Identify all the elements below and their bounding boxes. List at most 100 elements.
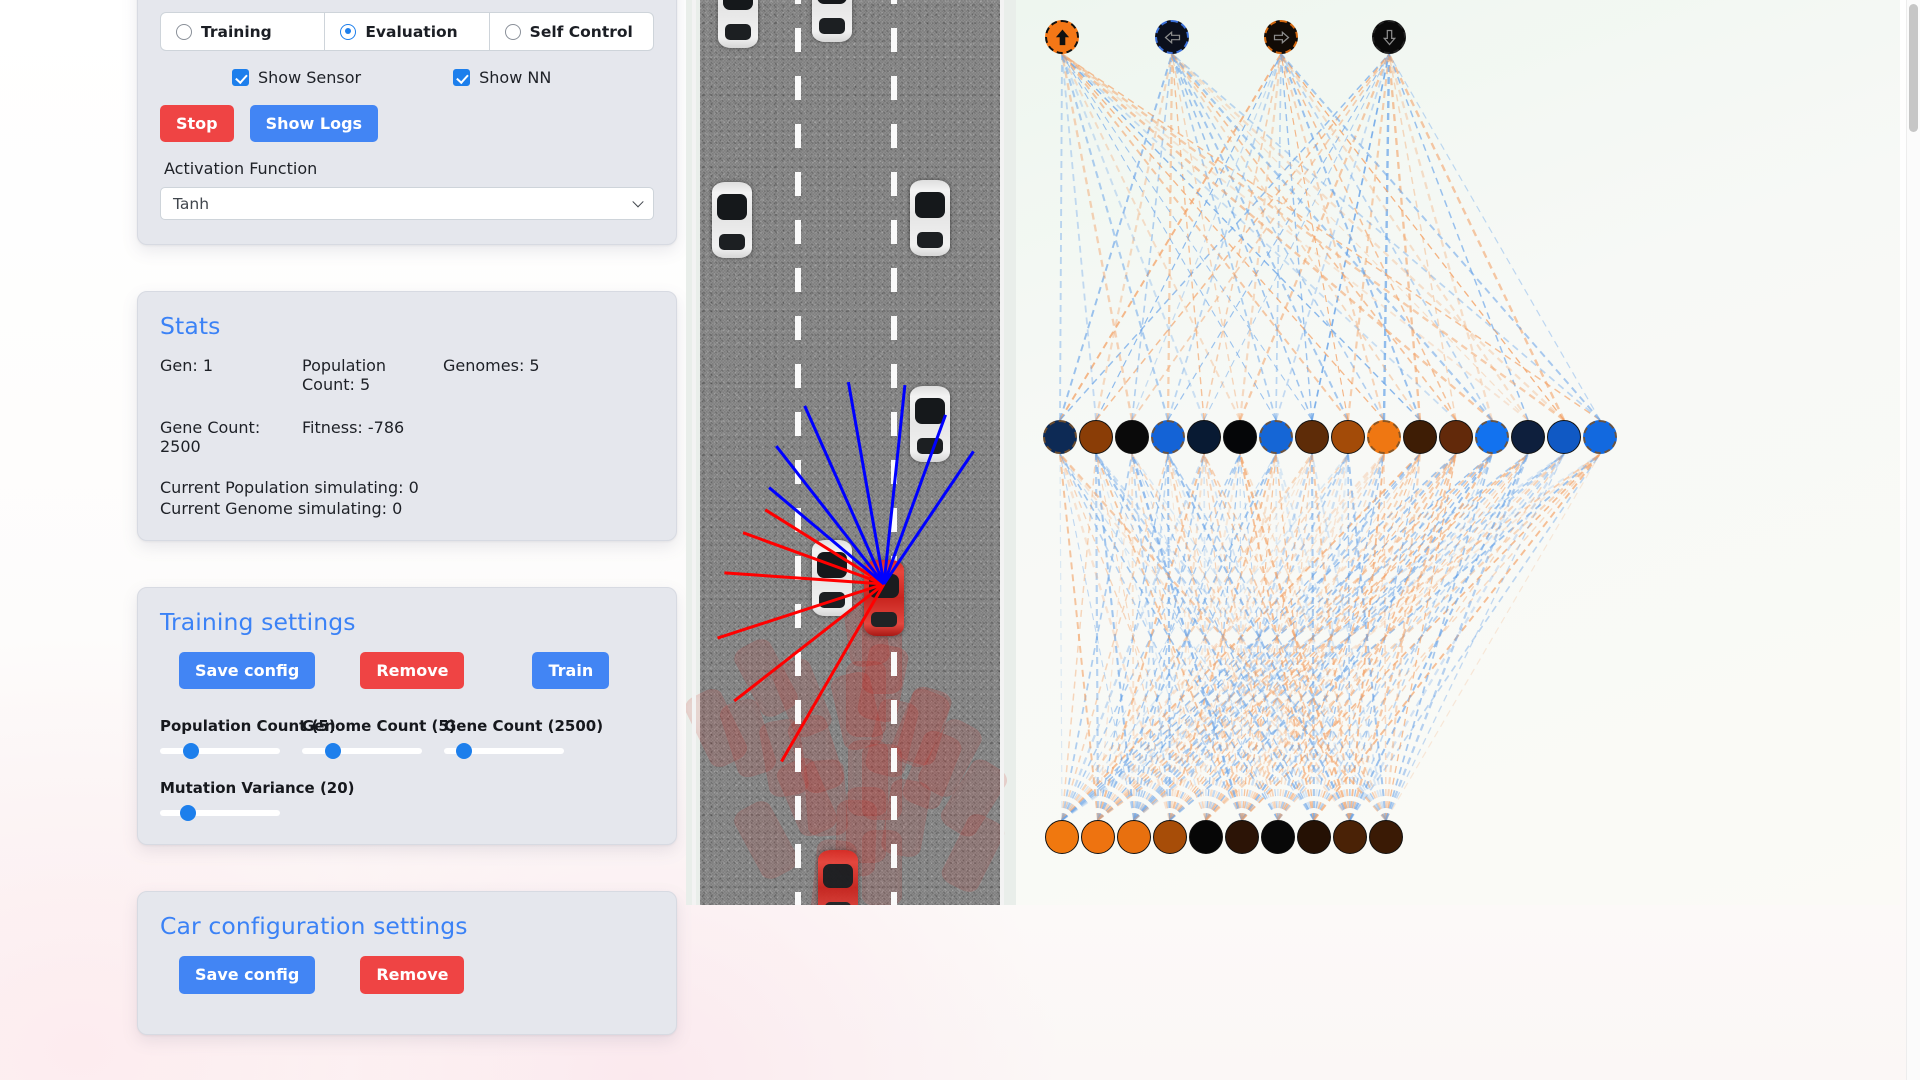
- mode-option-self-control[interactable]: Self Control: [490, 13, 653, 50]
- lane-dash: [891, 412, 897, 436]
- input-node: [1117, 820, 1151, 854]
- lane-dash: [795, 76, 801, 100]
- lane-dash: [891, 700, 897, 724]
- checkbox-icon-show-nn[interactable]: [453, 69, 471, 86]
- chevron-down-icon: [632, 196, 644, 208]
- lane-dash: [795, 268, 801, 292]
- genome-count-slider[interactable]: [302, 743, 422, 760]
- show-nn-toggle[interactable]: Show NN: [453, 68, 551, 87]
- hidden-node: [1511, 420, 1545, 454]
- hidden-node: [1115, 420, 1149, 454]
- train-button[interactable]: Train: [532, 652, 610, 690]
- car-configuration-panel: Car configuration settings Save config R…: [137, 891, 677, 1035]
- mode-option-training[interactable]: Training: [161, 13, 326, 50]
- input-node: [1333, 820, 1367, 854]
- network-edge: [1131, 53, 1173, 421]
- stats-row-primary: Gen: 1 Population Count: 5 Genomes: 5: [160, 356, 654, 394]
- arrow-up-icon: [1055, 29, 1069, 45]
- network-edge: [1061, 53, 1097, 421]
- car-save-config-button[interactable]: Save config: [179, 956, 316, 994]
- lane-dash: [795, 700, 801, 724]
- mode-option-evaluation[interactable]: Evaluation: [325, 13, 490, 50]
- lane-dash: [795, 220, 801, 244]
- lane-dash: [795, 796, 801, 820]
- lane-dash: [795, 316, 801, 340]
- input-node: [1369, 820, 1403, 854]
- show-logs-button[interactable]: Show Logs: [249, 105, 379, 143]
- network-edge: [1171, 53, 1457, 421]
- hidden-node: [1295, 420, 1329, 454]
- arrow-left-icon: [1164, 30, 1180, 44]
- population-count-slider[interactable]: [160, 743, 280, 760]
- car-remove-button[interactable]: Remove: [360, 956, 465, 994]
- lane-dash: [891, 124, 897, 148]
- gene-count-slider-thumb[interactable]: [456, 743, 472, 760]
- traffic-car: [718, 0, 758, 48]
- training-panel-title: Training settings: [160, 608, 356, 637]
- hidden-node: [1043, 420, 1077, 454]
- training-action-buttons: Save config Remove Train: [160, 652, 654, 690]
- input-node: [1045, 820, 1079, 854]
- stats-panel: Stats Gen: 1 Population Count: 5 Genomes…: [137, 291, 677, 542]
- input-node: [1153, 820, 1187, 854]
- hidden-node: [1367, 420, 1401, 454]
- network-edge: [1280, 53, 1601, 421]
- mode-option-training-label: Training: [201, 22, 272, 41]
- arrow-down-icon: [1382, 29, 1396, 45]
- stop-button[interactable]: Stop: [160, 105, 234, 143]
- activation-function-select[interactable]: Tanh: [160, 187, 654, 221]
- radio-icon-training[interactable]: [176, 23, 192, 40]
- control-column: Mode: Evaluation Training Evaluation Sel…: [137, 0, 677, 1080]
- hidden-node: [1583, 420, 1617, 454]
- lane-dash: [891, 28, 897, 52]
- genome-count-slider-label: Genome Count (5): [302, 717, 456, 736]
- mode-action-buttons: Stop Show Logs: [160, 105, 654, 143]
- population-count-slider-thumb[interactable]: [183, 743, 199, 760]
- lane-dash: [795, 892, 801, 905]
- lane-dash: [795, 844, 801, 868]
- network-edge: [1061, 53, 1349, 421]
- population-count-slider-cell: Population Count (5): [160, 717, 336, 760]
- scrollbar-thumb[interactable]: [1909, 4, 1918, 132]
- neural-network-visualization: [1016, 0, 1900, 905]
- mode-option-self-control-label: Self Control: [529, 22, 633, 41]
- hidden-node: [1079, 420, 1113, 454]
- input-node: [1225, 820, 1259, 854]
- lane-dash: [891, 268, 897, 292]
- checkbox-icon-show-sensor[interactable]: [232, 69, 249, 86]
- gene-count-slider[interactable]: [444, 743, 564, 760]
- mode-radio-group[interactable]: Training Evaluation Self Control: [160, 12, 654, 51]
- show-sensor-toggle[interactable]: Show Sensor: [232, 68, 361, 87]
- lane-dash: [891, 460, 897, 484]
- network-edge: [1061, 53, 1421, 421]
- page-scrollbar[interactable]: [1906, 0, 1920, 1080]
- lane-dash: [795, 652, 801, 676]
- radio-icon-self-control[interactable]: [504, 23, 521, 40]
- network-edge: [1171, 53, 1565, 421]
- lane-dash: [795, 124, 801, 148]
- stats-row-secondary: Gene Count: 2500 Fitness: -786: [160, 418, 654, 456]
- mutation-variance-slider[interactable]: [160, 805, 280, 822]
- input-node: [1189, 820, 1223, 854]
- stat-current-genome: Current Genome simulating: 0: [160, 499, 403, 519]
- stats-panel-title: Stats: [160, 312, 221, 341]
- traffic-car: [910, 386, 950, 462]
- network-edge: [1059, 53, 1390, 421]
- simulation-canvas[interactable]: [686, 0, 1016, 905]
- training-save-config-button[interactable]: Save config: [179, 652, 316, 690]
- lane-dash: [795, 604, 801, 628]
- hidden-node: [1151, 420, 1185, 454]
- stat-genomes: Genomes: 5: [443, 356, 540, 376]
- gene-count-slider-label: Gene Count (2500): [444, 717, 604, 736]
- genome-count-slider-thumb[interactable]: [325, 743, 341, 760]
- population-count-slider-label: Population Count (5): [160, 717, 336, 736]
- lane-dash: [891, 508, 897, 532]
- stat-current-population: Current Population simulating: 0: [160, 478, 419, 498]
- lane-dash: [795, 556, 801, 580]
- training-remove-button[interactable]: Remove: [360, 652, 465, 690]
- mutation-variance-slider-thumb[interactable]: [180, 805, 196, 822]
- mode-option-evaluation-label: Evaluation: [365, 22, 458, 41]
- arrow-left-output-node: [1155, 20, 1189, 54]
- radio-icon-evaluation[interactable]: [340, 23, 357, 40]
- training-sliders-row-2: Mutation Variance (20): [160, 779, 654, 822]
